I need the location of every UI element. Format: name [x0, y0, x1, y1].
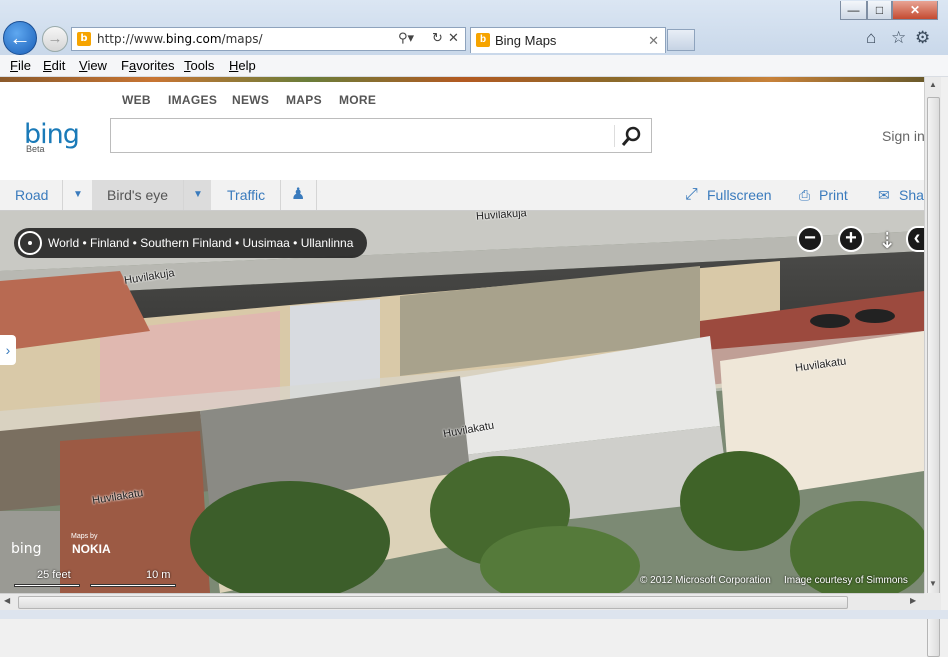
forward-button[interactable]: →: [42, 26, 68, 52]
zoom-in-button[interactable]: +: [838, 226, 864, 252]
maximize-button[interactable]: □: [867, 1, 892, 20]
traffic-button[interactable]: Traffic: [227, 180, 265, 210]
maps-by-label: Maps by: [71, 533, 98, 540]
scroll-right-icon[interactable]: ▶: [910, 596, 916, 605]
scroll-up-icon[interactable]: ▲: [929, 80, 937, 89]
scale-feet: 25 feet: [37, 569, 71, 581]
nav-web[interactable]: WEB: [122, 93, 151, 107]
aerial-imagery: [0, 211, 924, 593]
divider: [316, 180, 317, 210]
image-credit-text: Image courtesy of Simmons: [784, 575, 908, 586]
nav-more[interactable]: MORE: [339, 93, 376, 107]
vertical-scroll-thumb[interactable]: [927, 97, 940, 657]
print-icon[interactable]: ⎙: [799, 180, 810, 210]
fullscreen-button[interactable]: Fullscreen: [707, 180, 772, 210]
horizontal-scroll-thumb[interactable]: [18, 596, 848, 609]
browser-titlebar: ← → b http://www.bing.com/maps/ ⚲▾ ↻ ✕ b…: [0, 0, 948, 55]
scale-bar-feet: [14, 584, 80, 587]
tab-title: Bing Maps: [495, 33, 557, 48]
divider: [62, 180, 63, 210]
scroll-down-icon[interactable]: ▼: [929, 579, 937, 588]
mail-icon[interactable]: ✉: [878, 180, 890, 210]
map-toolbar: Road ▼ Bird's eye ▼ Traffic ♟ ⤢ Fullscre…: [0, 180, 924, 211]
birds-eye-dropdown-icon[interactable]: ▼: [193, 180, 203, 210]
nokia-logo: NOKIA: [72, 542, 111, 556]
beta-label: Beta: [26, 144, 45, 154]
search-box[interactable]: [110, 118, 652, 153]
favorites-star-icon[interactable]: ☆: [891, 28, 906, 48]
close-window-button[interactable]: ✕: [892, 1, 938, 20]
nav-images[interactable]: IMAGES: [168, 93, 217, 107]
copyright-text: © 2012 Microsoft Corporation: [640, 575, 771, 586]
birds-eye-view-button[interactable]: Bird's eye: [107, 180, 168, 210]
locate-me-icon[interactable]: [18, 231, 42, 255]
address-domain: bing.com: [165, 32, 222, 46]
menu-file[interactable]: File: [10, 58, 31, 73]
divider: [280, 180, 281, 210]
compass-arrow-icon[interactable]: ⇣: [878, 228, 896, 254]
menu-help[interactable]: Help: [229, 58, 256, 73]
fullscreen-icon[interactable]: ⤢: [685, 180, 698, 210]
tab-close-icon[interactable]: ✕: [648, 28, 659, 53]
road-dropdown-icon[interactable]: ▼: [73, 180, 83, 210]
scroll-corner: [924, 593, 941, 610]
menu-favorites[interactable]: Favorites: [121, 58, 174, 73]
breadcrumb-text[interactable]: World • Finland • Southern Finland • Uus…: [48, 236, 353, 250]
vertical-scrollbar[interactable]: ▲ ▼: [924, 77, 941, 657]
birds-eye-map[interactable]: › World • Finland • Southern Finland • U…: [0, 211, 924, 593]
menu-bar: File Edit View Favorites Tools Help: [0, 55, 948, 77]
back-button[interactable]: ←: [3, 21, 37, 55]
tools-gear-icon[interactable]: ⚙: [915, 28, 930, 48]
streetside-person-icon[interactable]: ♟: [291, 180, 305, 210]
scroll-left-icon[interactable]: ◀: [4, 596, 10, 605]
stop-icon[interactable]: ✕: [448, 28, 459, 50]
address-url[interactable]: http://www.bing.com/maps/: [97, 28, 263, 50]
menu-view[interactable]: View: [79, 58, 107, 73]
tab-favicon-icon: b: [476, 33, 490, 47]
road-view-button[interactable]: Road: [15, 180, 48, 210]
bing-map-logo: bing: [11, 541, 42, 557]
new-tab-button[interactable]: [667, 29, 695, 51]
sign-in-link[interactable]: Sign in: [882, 128, 925, 144]
divider: [183, 180, 184, 210]
search-icon[interactable]: [621, 125, 643, 147]
expand-panel-button[interactable]: ›: [0, 335, 16, 365]
menu-edit[interactable]: Edit: [43, 58, 65, 73]
nav-maps[interactable]: MAPS: [286, 93, 322, 107]
scale-meters: 10 m: [146, 569, 171, 581]
status-bar: [0, 610, 948, 619]
bing-favicon-icon: b: [77, 32, 91, 46]
horizontal-scrollbar[interactable]: ◀ ▶: [0, 593, 924, 610]
browser-tab-bing-maps[interactable]: b Bing Maps ✕: [470, 27, 666, 53]
search-dropdown-icon[interactable]: ⚲▾: [398, 28, 414, 50]
location-breadcrumb[interactable]: World • Finland • Southern Finland • Uus…: [14, 228, 368, 258]
home-icon[interactable]: ⌂: [866, 28, 876, 48]
refresh-icon[interactable]: ↻: [432, 28, 443, 50]
search-divider: [614, 125, 615, 147]
menu-tools[interactable]: Tools: [184, 58, 214, 73]
scale-bar-meters: [90, 584, 176, 587]
print-button[interactable]: Print: [819, 180, 848, 210]
zoom-out-button[interactable]: −: [797, 226, 823, 252]
share-button[interactable]: Sha: [899, 180, 924, 210]
rotate-view-button[interactable]: ‹: [906, 226, 924, 252]
address-bar[interactable]: b http://www.bing.com/maps/ ⚲▾ ↻ ✕: [71, 27, 466, 51]
nav-news[interactable]: NEWS: [232, 93, 269, 107]
minimize-button[interactable]: —: [840, 1, 867, 20]
